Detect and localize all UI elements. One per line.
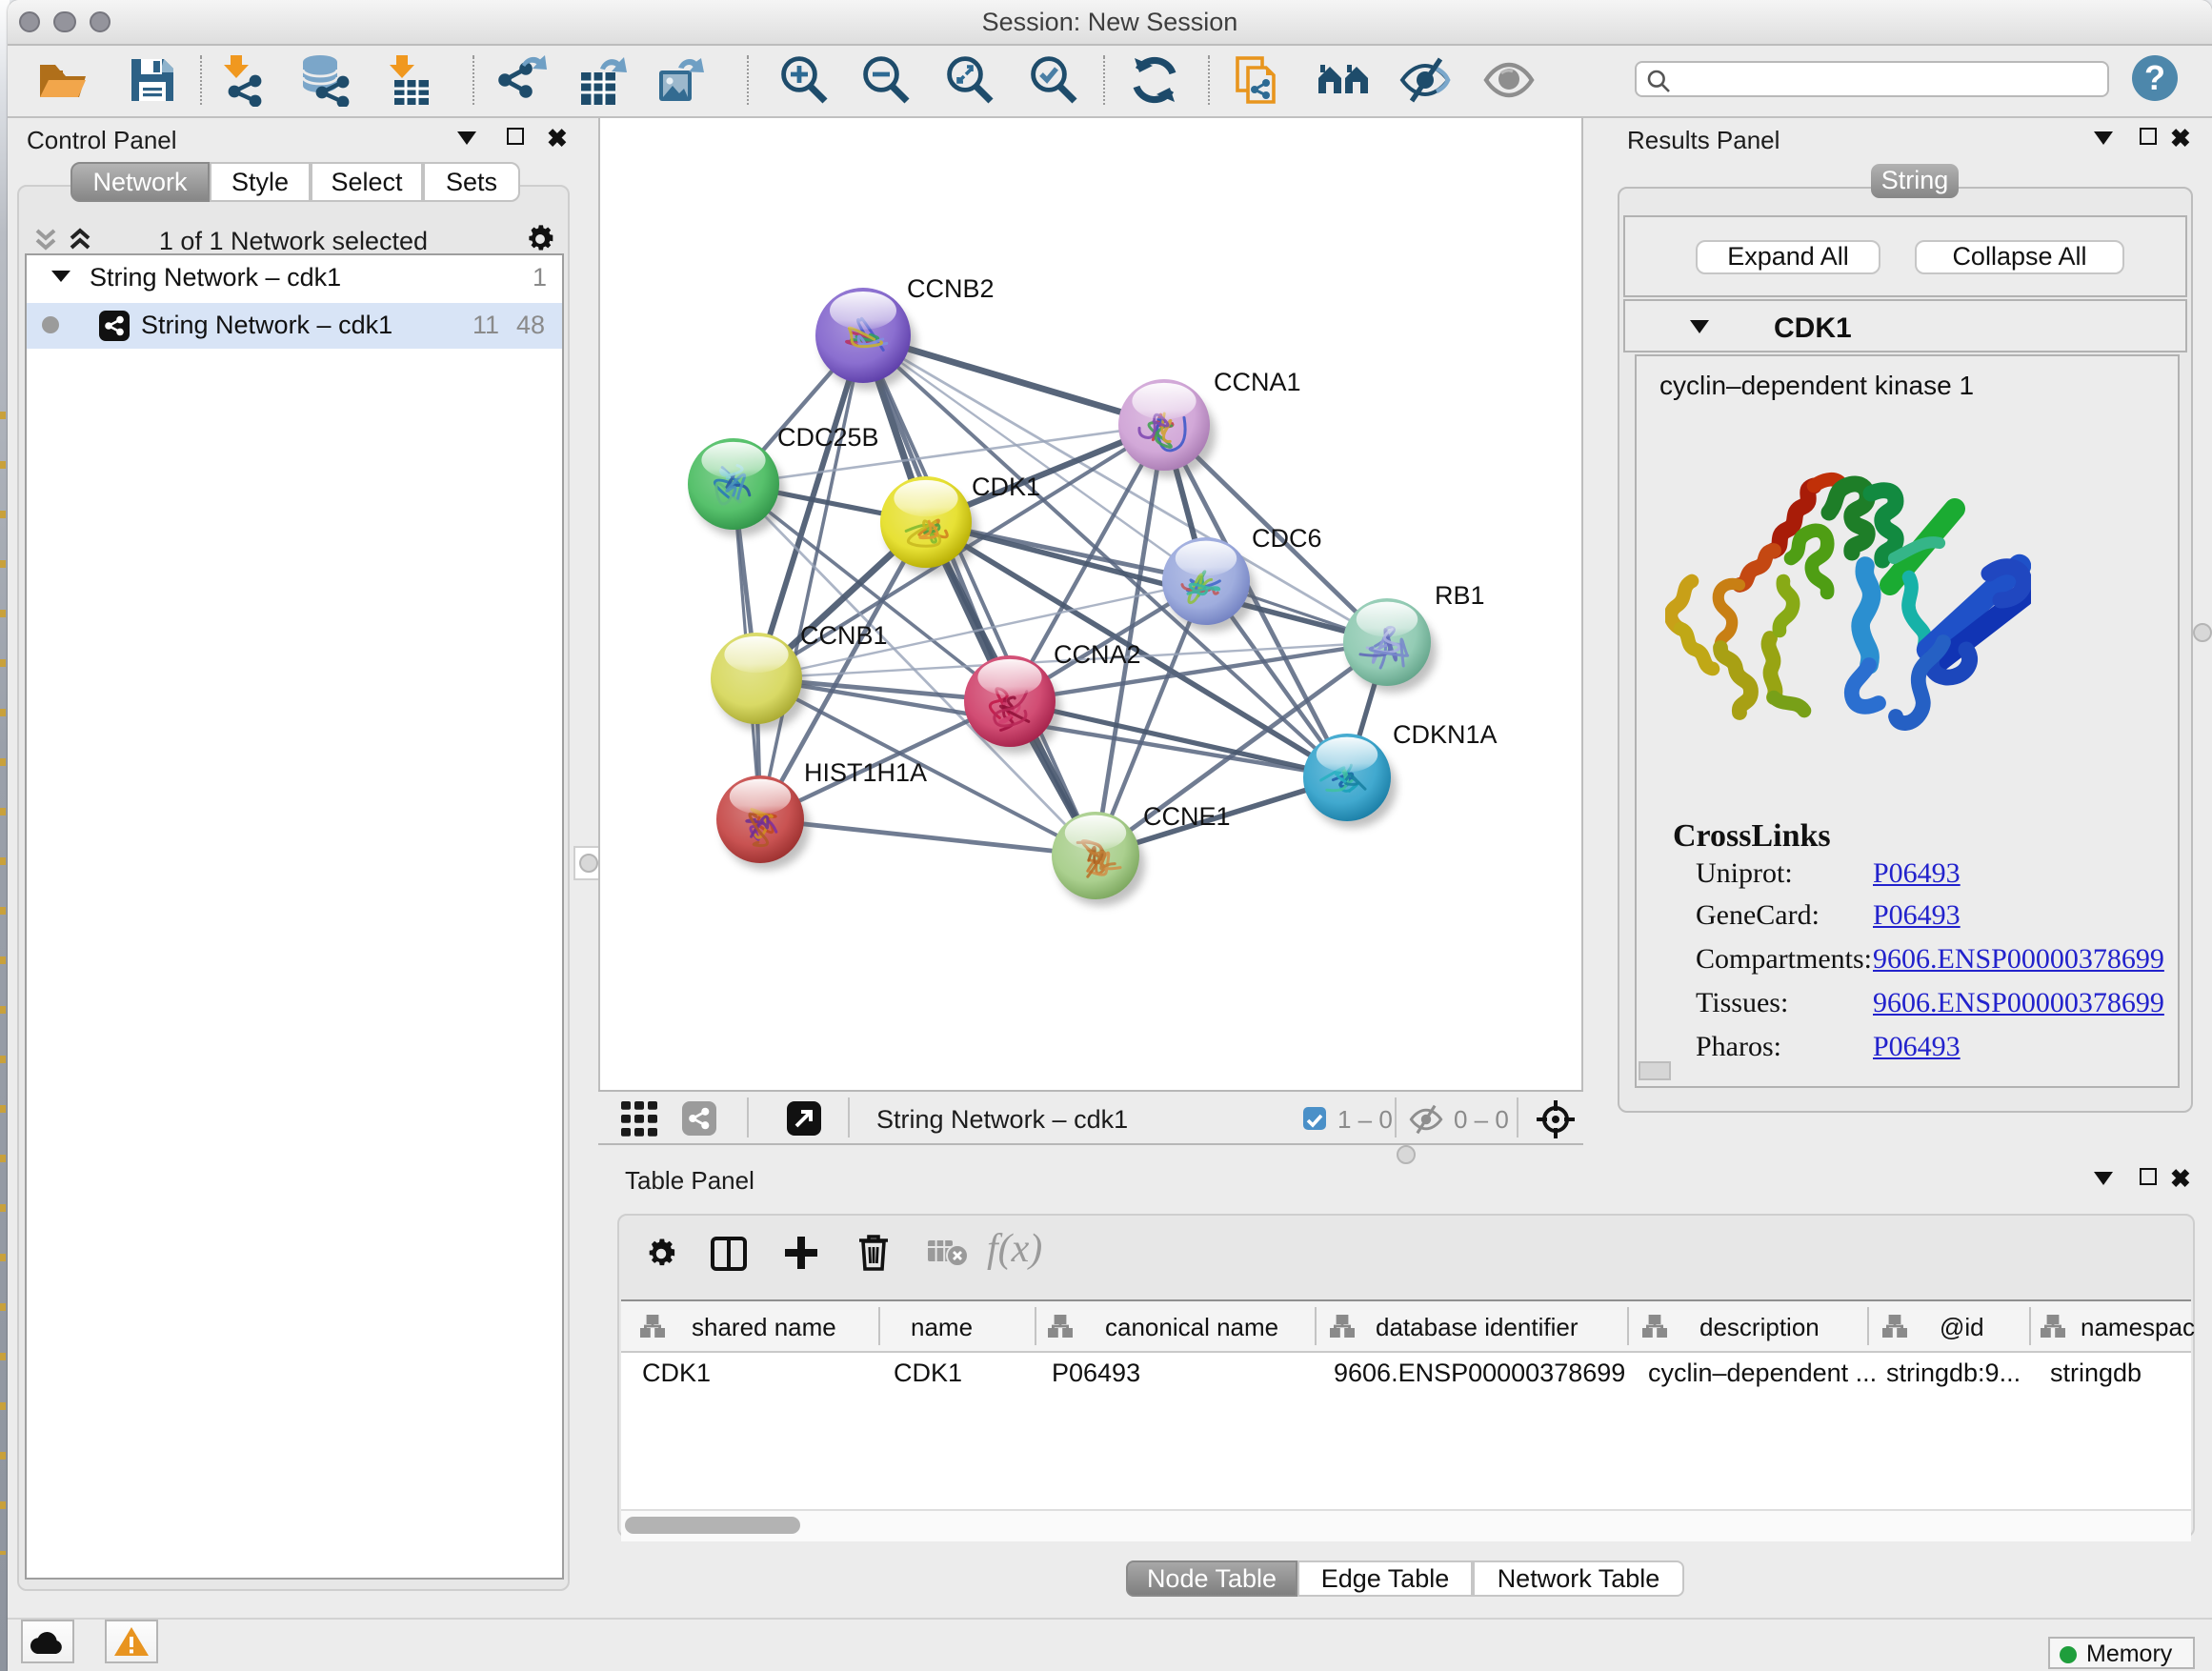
- svg-text:CDC6: CDC6: [1252, 524, 1322, 553]
- svg-text:CDC25B: CDC25B: [777, 423, 879, 452]
- svg-text:CCNA2: CCNA2: [1054, 640, 1141, 669]
- svg-text:CDKN1A: CDKN1A: [1393, 720, 1498, 749]
- svg-text:CDK1: CDK1: [972, 473, 1040, 501]
- svg-text:CCNA1: CCNA1: [1214, 368, 1301, 396]
- svg-text:CCNB2: CCNB2: [907, 274, 995, 303]
- svg-text:HIST1H1A: HIST1H1A: [804, 758, 927, 787]
- svg-text:RB1: RB1: [1435, 581, 1485, 610]
- svg-text:CCNB1: CCNB1: [800, 621, 888, 650]
- svg-text:CCNE1: CCNE1: [1143, 802, 1231, 831]
